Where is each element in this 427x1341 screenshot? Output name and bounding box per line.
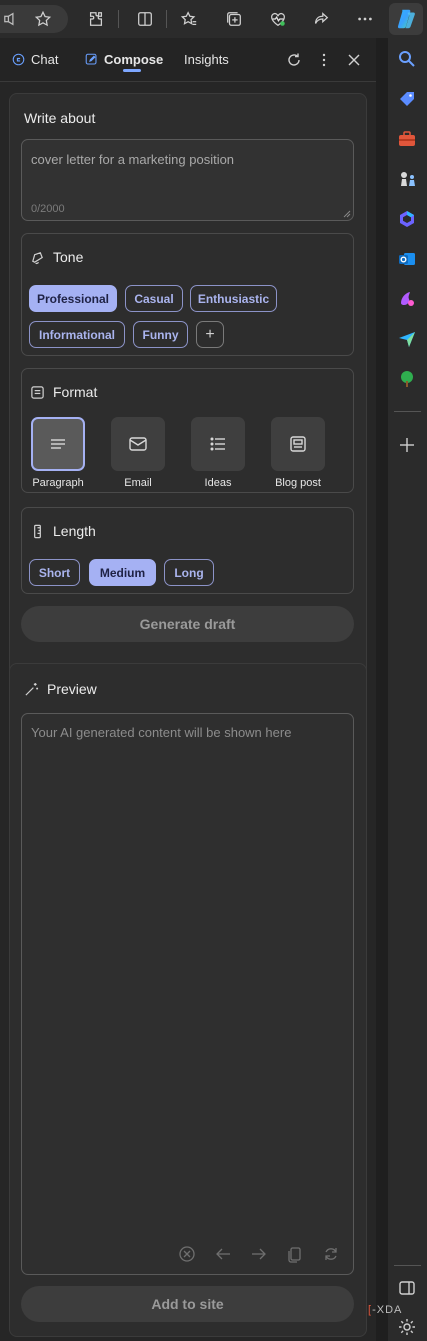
preview-output[interactable]: Your AI generated content will be shown …	[21, 713, 354, 1275]
write-about-title: Write about	[24, 110, 96, 126]
favorites-icon[interactable]	[179, 9, 199, 29]
active-tab-indicator	[123, 69, 141, 72]
format-label-paragraph: Paragraph	[32, 477, 84, 489]
favorite-star-icon[interactable]	[33, 9, 53, 29]
length-chip-medium[interactable]: Medium	[89, 559, 156, 586]
tone-chip-informational[interactable]: Informational	[29, 321, 125, 348]
hide-sidebar-icon[interactable]	[396, 1277, 418, 1299]
collections-icon[interactable]	[224, 9, 244, 29]
length-chip-long[interactable]: Long	[164, 559, 214, 586]
search-icon[interactable]	[396, 48, 418, 70]
write-about-input-value: cover letter for a marketing position	[31, 152, 235, 167]
tab-compose-label: Compose	[104, 52, 164, 67]
pane-header: Chat Compose Insights	[0, 38, 376, 82]
tools-briefcase-icon[interactable]	[396, 128, 418, 150]
shopping-tag-icon[interactable]	[396, 88, 418, 110]
format-option-ideas[interactable]: Ideas	[185, 417, 251, 489]
email-icon	[111, 417, 165, 471]
microsoft-365-icon[interactable]	[396, 208, 418, 230]
copy-icon[interactable]	[285, 1244, 305, 1264]
copilot-pane: Chat Compose Insights Write about cover …	[0, 38, 376, 1341]
format-label-blog-post: Blog post	[275, 477, 321, 489]
tab-insights[interactable]: Insights	[184, 52, 229, 67]
sidebar-divider	[394, 411, 421, 412]
add-to-site-button[interactable]: Add to site	[21, 1286, 354, 1322]
length-section: Length Short Medium Long	[21, 507, 354, 594]
regenerate-icon[interactable]	[321, 1244, 341, 1264]
tab-insights-label: Insights	[184, 52, 229, 67]
settings-gear-icon[interactable]	[396, 1316, 418, 1338]
magic-wand-icon	[25, 682, 39, 696]
tab-chat[interactable]: Chat	[12, 52, 58, 67]
edge-sidebar	[388, 38, 427, 1341]
tone-title: Tone	[30, 249, 83, 265]
more-options-icon[interactable]	[315, 51, 333, 69]
stop-icon[interactable]	[177, 1244, 197, 1264]
extensions-icon[interactable]	[86, 9, 106, 29]
browser-toolbar	[0, 0, 427, 38]
format-option-blog-post[interactable]: Blog post	[265, 417, 331, 489]
close-icon[interactable]	[345, 51, 363, 69]
tree-icon[interactable]	[396, 368, 418, 390]
tone-chip-casual[interactable]: Casual	[125, 285, 183, 312]
preview-title: Preview	[24, 681, 97, 697]
copilot-icon	[397, 9, 415, 29]
more-icon[interactable]	[355, 9, 375, 29]
outlook-icon[interactable]	[396, 248, 418, 270]
tone-chip-professional[interactable]: Professional	[29, 285, 117, 312]
split-screen-icon[interactable]	[135, 9, 155, 29]
games-chess-icon[interactable]	[396, 168, 418, 190]
format-icon	[31, 385, 44, 399]
sidebar-divider	[394, 1265, 421, 1266]
write-about-input[interactable]: cover letter for a marketing position 0/…	[21, 139, 354, 221]
compose-icon	[85, 53, 97, 65]
tone-section: Tone Professional Casual Enthusiastic In…	[21, 233, 354, 356]
copilot-button[interactable]	[389, 3, 423, 35]
tab-compose[interactable]: Compose	[85, 52, 163, 67]
drop-send-icon[interactable]	[396, 328, 418, 350]
ideas-list-icon	[191, 417, 245, 471]
add-icon[interactable]	[396, 434, 418, 456]
format-label-email: Email	[124, 477, 152, 489]
read-aloud-icon[interactable]	[2, 9, 22, 29]
ruler-icon	[34, 524, 41, 538]
refresh-icon[interactable]	[285, 51, 303, 69]
length-chip-short[interactable]: Short	[29, 559, 80, 586]
tone-chip-funny[interactable]: Funny	[133, 321, 188, 348]
format-option-paragraph[interactable]: Paragraph	[25, 417, 91, 489]
resize-handle-icon[interactable]	[343, 210, 351, 218]
browser-essentials-icon[interactable]	[268, 9, 288, 29]
format-option-email[interactable]: Email	[105, 417, 171, 489]
length-title: Length	[30, 523, 96, 539]
format-section: Format Paragraph Email Ideas Blog post	[21, 368, 354, 493]
toolbar-divider	[166, 10, 167, 28]
tone-chip-enthusiastic[interactable]: Enthusiastic	[190, 285, 277, 312]
xda-watermark: [‑XDA	[368, 1304, 403, 1316]
generate-draft-button[interactable]: Generate draft	[21, 606, 354, 642]
char-counter: 0/2000	[31, 203, 65, 215]
tab-chat-label: Chat	[31, 52, 59, 67]
add-tone-button[interactable]: +	[196, 321, 224, 348]
chat-icon	[12, 53, 25, 66]
paragraph-icon	[31, 417, 85, 471]
previous-arrow-icon[interactable]	[213, 1244, 233, 1264]
preview-actions	[177, 1244, 341, 1264]
share-icon[interactable]	[311, 9, 331, 29]
preview-placeholder: Your AI generated content will be shown …	[31, 725, 292, 740]
designer-icon[interactable]	[396, 288, 418, 310]
format-title: Format	[30, 384, 97, 400]
blog-post-icon	[271, 417, 325, 471]
tone-bell-icon	[32, 251, 43, 264]
format-label-ideas: Ideas	[204, 477, 232, 489]
toolbar-divider	[118, 10, 119, 28]
next-arrow-icon[interactable]	[249, 1244, 269, 1264]
